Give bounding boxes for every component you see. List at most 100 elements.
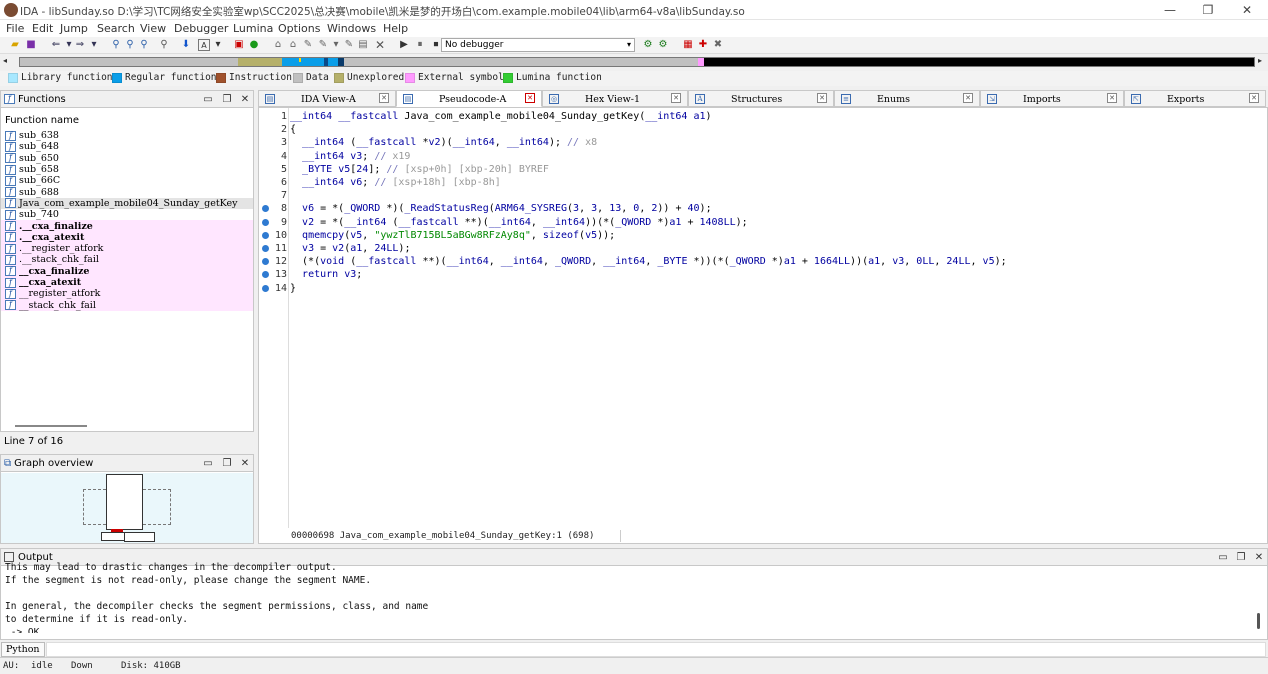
code-line[interactable]: (*(void (__fastcall **)(__int64, __int64… <box>290 255 1007 268</box>
breakpoint-list-icon[interactable]: ▦ <box>682 39 694 51</box>
search-binary-icon[interactable]: ⚲ <box>138 39 150 51</box>
code-line[interactable]: qmemcpy(v5, "ywzTlB715BL5aBGw8RFzAy8q", … <box>290 229 615 242</box>
graph-icon[interactable]: ▣ <box>233 39 245 51</box>
binoculars-icon[interactable]: ⚲ <box>110 39 122 51</box>
save-icon[interactable]: ■ <box>25 39 37 51</box>
panel-close-icon[interactable]: ✕ <box>1253 549 1265 566</box>
menu-view[interactable]: View <box>140 22 166 35</box>
breakpoint-dot-icon[interactable] <box>262 231 269 239</box>
code-line[interactable]: __int64 v6; // [xsp+18h] [xbp-8h] <box>290 176 501 189</box>
tab-close-icon[interactable]: ✕ <box>963 93 973 103</box>
menu-file[interactable]: File <box>6 22 24 35</box>
breakpoint-dot-icon[interactable] <box>262 218 269 226</box>
array-icon[interactable]: ▤ <box>357 39 369 51</box>
tab-close-icon[interactable]: ✕ <box>1107 93 1117 103</box>
tab-structures[interactable]: A Structures ✕ <box>688 90 834 107</box>
undefine-icon[interactable]: ✕ <box>374 39 386 51</box>
function-row[interactable]: f __register_atfork <box>1 288 253 300</box>
attach-icon[interactable]: ⚙ <box>642 39 654 51</box>
code-line[interactable]: } <box>290 282 296 295</box>
output-text[interactable]: This may lead to drastic changes in the … <box>5 561 1245 633</box>
menu-lumina[interactable]: Lumina <box>233 22 273 35</box>
tab-close-icon[interactable]: ✕ <box>817 93 827 103</box>
function-name-column-header[interactable]: Function name <box>5 115 79 126</box>
code-line[interactable]: __int64 (__fastcall *v2)(__int64, __int6… <box>290 136 597 149</box>
tab-enums[interactable]: ≡ Enums ✕ <box>834 90 980 107</box>
panel-close-icon[interactable]: ✕ <box>239 455 251 472</box>
nav-left-arrow-icon[interactable]: ◂ <box>3 56 7 65</box>
output-scrollbar[interactable] <box>1255 569 1263 637</box>
tab-close-icon[interactable]: ✕ <box>1249 93 1259 103</box>
breakpoint-add-icon[interactable]: ✚ <box>697 39 709 51</box>
tab-close-icon[interactable]: ✕ <box>379 93 389 103</box>
forward-dropdown-icon[interactable]: ▾ <box>88 39 100 51</box>
tab-imports[interactable]: ⇲ Imports ✕ <box>980 90 1124 107</box>
breakpoint-delete-icon[interactable]: ✖ <box>712 39 724 51</box>
scrollbar-thumb[interactable] <box>1257 613 1260 629</box>
text-view-icon[interactable]: A <box>198 39 210 51</box>
menu-edit[interactable]: Edit <box>32 22 53 35</box>
detach-icon[interactable]: ⚙ <box>657 39 669 51</box>
horizontal-scrollbar[interactable] <box>15 425 87 427</box>
panel-close-icon[interactable]: ✕ <box>239 91 251 108</box>
back-arrow-icon[interactable]: ⇐ <box>50 39 62 51</box>
jump-down-icon[interactable]: ⬇ <box>180 39 192 51</box>
tab-close-icon[interactable]: ✕ <box>525 93 535 103</box>
function-row[interactable]: f sub_638 <box>1 130 253 141</box>
tab-close-icon[interactable]: ✕ <box>671 93 681 103</box>
pause-icon[interactable]: ⏸ <box>414 39 426 51</box>
nav-right-arrow-icon[interactable]: ▸ <box>1258 56 1262 65</box>
start-icon[interactable]: ● <box>248 39 260 51</box>
segment-icon[interactable]: ⌂ <box>272 39 284 51</box>
code-line[interactable]: v6 = *(_QWORD *)(_ReadStatusReg(ARM64_SY… <box>290 202 712 215</box>
code-line[interactable]: v2 = *(__int64 (__fastcall **)(__int64, … <box>290 216 748 229</box>
panel-float-icon[interactable]: ❐ <box>221 455 233 472</box>
code-line[interactable]: v3 = v2(a1, 24LL); <box>290 242 410 255</box>
function-row[interactable]: f sub_688 <box>1 186 253 198</box>
function-row[interactable]: f __cxa_finalize <box>1 265 253 277</box>
close-window-button[interactable]: ✕ <box>1232 2 1262 18</box>
code-line[interactable]: __int64 __fastcall Java_com_example_mobi… <box>290 110 712 123</box>
name-icon[interactable]: ✎ <box>343 39 355 51</box>
pseudocode-view[interactable]: 1 2 3 4 5 6 7 8 9 10 11 12 13 14 __int64 __fastcall J… <box>258 107 1268 544</box>
code-area[interactable]: __int64 __fastcall Java_com_example_mobi… <box>290 108 1265 528</box>
tab-exports[interactable]: ⇱ Exports ✕ <box>1124 90 1266 107</box>
function-row[interactable]: f sub_650 <box>1 153 253 164</box>
tab-ida-view-a[interactable]: ▤ IDA View-A ✕ <box>258 90 396 107</box>
menu-help[interactable]: Help <box>383 22 408 35</box>
function-row[interactable]: f .__cxa_atexit <box>1 231 253 243</box>
breakpoint-dot-icon[interactable] <box>262 284 269 292</box>
code-line[interactable]: _BYTE v5[24]; // [xsp+0h] [xbp-20h] BYRE… <box>290 163 549 176</box>
function-row[interactable]: f sub_658 <box>1 164 253 175</box>
menu-jump[interactable]: Jump <box>60 22 88 35</box>
panel-minimize-icon[interactable]: ▭ <box>202 91 214 108</box>
data-icon[interactable]: ✎ <box>317 39 329 51</box>
function-row[interactable]: f __stack_chk_fail <box>1 299 253 311</box>
python-language-button[interactable]: Python <box>1 642 45 657</box>
data-dropdown-icon[interactable]: ▾ <box>330 39 342 51</box>
function-row[interactable]: f sub_648 <box>1 141 253 152</box>
function-row[interactable]: f .__cxa_finalize <box>1 220 253 232</box>
tab-pseudocode-a[interactable]: ▤ Pseudocode-A ✕ <box>396 90 542 107</box>
menu-debugger[interactable]: Debugger <box>174 22 228 35</box>
maximize-button[interactable]: ❐ <box>1193 2 1223 18</box>
panel-float-icon[interactable]: ❐ <box>221 91 233 108</box>
struct-icon[interactable]: ⌂ <box>287 39 299 51</box>
text-view-dropdown-icon[interactable]: ▾ <box>212 39 224 51</box>
code-icon[interactable]: ✎ <box>302 39 314 51</box>
function-row[interactable]: f .__register_atfork <box>1 242 253 255</box>
python-command-input[interactable] <box>46 642 1266 657</box>
function-row[interactable]: f sub_740 <box>1 209 253 220</box>
menu-search[interactable]: Search <box>97 22 135 35</box>
minimize-button[interactable]: — <box>1155 2 1185 18</box>
menu-windows[interactable]: Windows <box>327 22 376 35</box>
menu-options[interactable]: Options <box>278 22 320 35</box>
navigation-strip[interactable] <box>19 57 1255 67</box>
search-text-icon[interactable]: ⚲ <box>124 39 136 51</box>
code-line[interactable]: __int64 v3; // x19 <box>290 150 410 163</box>
open-folder-icon[interactable]: ▰ <box>9 39 21 51</box>
debugger-select[interactable]: No debugger ▾ <box>441 38 635 52</box>
forward-arrow-icon[interactable]: ⇒ <box>74 39 86 51</box>
run-icon[interactable]: ▶ <box>398 39 410 51</box>
function-row[interactable]: f Java_com_example_mobile04_Sunday_getKey <box>1 197 253 210</box>
